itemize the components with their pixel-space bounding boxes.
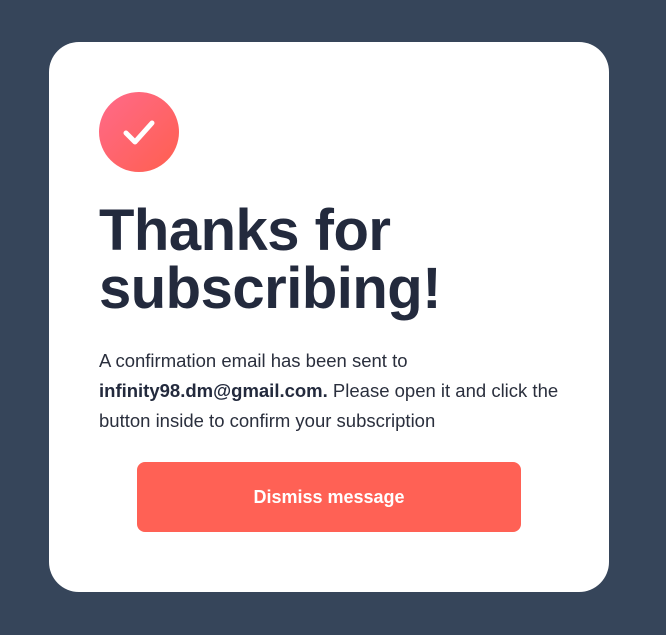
email-address: infinity98.dm@gmail.com. [99,380,328,401]
confirmation-message: A confirmation email has been sent to in… [99,346,559,436]
title-line-2: subscribing! [99,256,442,321]
checkmark-icon [123,120,155,145]
message-text-before: A confirmation email has been sent to [99,350,408,371]
success-badge [99,92,179,172]
dismiss-button[interactable]: Dismiss message [137,462,521,532]
subscription-success-card: Thanks for subscribing! A confirmation e… [49,42,609,592]
title-line-1: Thanks for [99,198,391,263]
page-title: Thanks for subscribing! [99,202,559,318]
